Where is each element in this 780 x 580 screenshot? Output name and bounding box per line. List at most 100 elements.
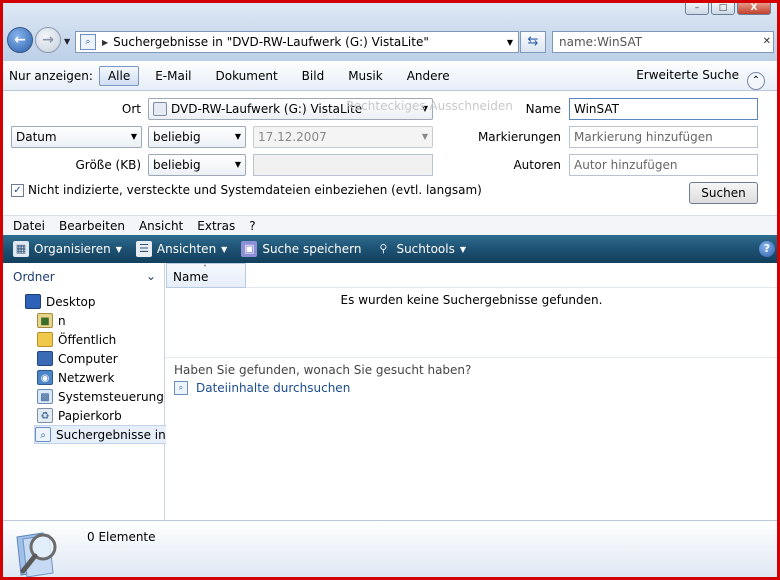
refresh-button[interactable]: ⇆: [520, 31, 546, 53]
menu-datei[interactable]: Datei: [13, 219, 45, 233]
authors-input[interactable]: Autor hinzufügen: [569, 154, 758, 176]
size-operator-value: beliebig: [153, 158, 201, 172]
tree-item-recycle-bin[interactable]: ♻ Papierkorb: [37, 406, 122, 425]
breadcrumb-arrow-icon[interactable]: ▶: [102, 38, 108, 47]
search-tools-button[interactable]: ⚲ Suchtools ▼: [375, 241, 466, 257]
column-header-row: ˄ Name: [166, 263, 777, 288]
desktop-icon: [25, 294, 41, 309]
date-field-dropdown[interactable]: Datum ▼: [11, 126, 142, 148]
navigation-pane: Ordner ⌄ Desktop ■ n Öffentlich Computer…: [3, 263, 179, 520]
tags-input[interactable]: Markierung hinzufügen: [569, 126, 758, 148]
tree-item-label: Systemsteuerung: [58, 389, 164, 404]
magnifier-icon: ⚲: [379, 242, 388, 255]
recycle-bin-icon: ♻: [37, 408, 53, 423]
dropdown-arrow-icon: ▼: [234, 132, 241, 141]
size-operator-dropdown[interactable]: beliebig ▼: [148, 154, 246, 176]
filter-tab-dokument[interactable]: Dokument: [208, 67, 286, 85]
size-label: Größe (KB): [75, 158, 141, 172]
forward-button[interactable]: →: [35, 27, 61, 53]
chevron-down-icon[interactable]: ⌄: [146, 269, 156, 283]
chevron-up-icon[interactable]: ⌃: [747, 72, 765, 90]
tree-item-computer[interactable]: Computer: [37, 349, 118, 368]
name-input[interactable]: WinSAT: [569, 98, 758, 120]
tree-item-label: Papierkorb: [58, 408, 122, 423]
save-search-label: Suche speichern: [262, 242, 362, 256]
search-hint: Haben Sie gefunden, wonach Sie gesucht h…: [166, 357, 777, 382]
column-header-name[interactable]: ˄ Name: [166, 263, 246, 288]
folders-header[interactable]: Ordner ⌄: [3, 263, 164, 289]
search-input[interactable]: name:WinSAT ✕: [552, 31, 774, 53]
maximize-button[interactable]: □: [711, 3, 735, 15]
size-value-input[interactable]: [253, 154, 433, 176]
no-results-message: Es wurden keine Suchergebnisse gefunden.: [340, 293, 603, 307]
user-folder-icon: ■: [37, 313, 53, 328]
minimize-button[interactable]: –: [685, 3, 709, 15]
tree-item-user[interactable]: ■ n: [37, 311, 66, 330]
authors-label: Autoren: [513, 158, 561, 172]
filter-tab-email[interactable]: E-Mail: [147, 67, 199, 85]
date-value: 17.12.2007: [258, 130, 327, 144]
save-search-button[interactable]: ▣ Suche speichern: [241, 241, 361, 257]
search-value: name:WinSAT: [559, 35, 643, 49]
address-bar[interactable]: ⌕ ▶ Suchergebnisse in "DVD-RW-Laufwerk (…: [75, 31, 519, 53]
advanced-search-toggle[interactable]: Erweiterte Suche ⌃: [636, 68, 765, 90]
include-hidden-row: ✓ Nicht indizierte, versteckte und Syste…: [11, 183, 482, 197]
tree-item-network[interactable]: ◉ Netzwerk: [37, 368, 114, 387]
filter-bar: Nur anzeigen: Alle E-Mail Dokument Bild …: [3, 61, 777, 91]
menu-help[interactable]: ?: [249, 219, 255, 233]
close-button[interactable]: X: [737, 3, 771, 15]
tree-item-label: Computer: [58, 351, 118, 366]
tree-item-label: Suchergebnisse in ": [56, 427, 176, 442]
arrow-right-icon: →: [42, 32, 54, 48]
tree-item-label: n: [58, 313, 66, 328]
search-folder-icon: ⌕: [174, 381, 188, 395]
help-button[interactable]: ?: [759, 241, 775, 257]
location-value: DVD-RW-Laufwerk (G:) VistaLite: [171, 102, 363, 116]
dropdown-arrow-icon: ▼: [115, 244, 122, 254]
window-controls: – □ X: [685, 3, 771, 15]
folder-icon: [37, 332, 53, 347]
item-count: 0 Elemente: [87, 530, 156, 544]
computer-icon: [37, 351, 53, 366]
filter-tab-bild[interactable]: Bild: [294, 67, 333, 85]
network-icon: ◉: [37, 370, 53, 385]
menu-bar: Datei Bearbeiten Ansicht Extras ?: [3, 215, 777, 235]
recent-pages-dropdown[interactable]: ▼: [64, 37, 70, 46]
tree-item-public[interactable]: Öffentlich: [37, 330, 116, 349]
include-hidden-checkbox[interactable]: ✓: [11, 183, 24, 197]
details-pane: 0 Elemente: [3, 520, 777, 577]
tree-item-label: Netzwerk: [58, 370, 115, 385]
dropdown-arrow-icon: ▼: [421, 132, 428, 141]
menu-bearbeiten[interactable]: Bearbeiten: [59, 219, 125, 233]
dropdown-arrow-icon: ▼: [221, 244, 228, 254]
filter-tab-musik[interactable]: Musik: [340, 67, 391, 85]
organize-button[interactable]: ▦ Organisieren ▼: [13, 241, 122, 257]
search-button[interactable]: Suchen: [689, 182, 758, 204]
address-dropdown-icon[interactable]: ▼: [502, 38, 518, 47]
folders-header-label: Ordner: [13, 270, 55, 284]
advanced-search-label: Erweiterte Suche: [636, 68, 739, 82]
dropdown-arrow-icon: ▼: [459, 244, 467, 254]
dropdown-arrow-icon: ▼: [234, 160, 241, 169]
clear-search-icon[interactable]: ✕: [763, 36, 771, 47]
tree-item-desktop[interactable]: Desktop: [25, 292, 96, 311]
views-button[interactable]: ☰ Ansichten ▼: [135, 241, 228, 257]
menu-extras[interactable]: Extras: [197, 219, 235, 233]
tree-item-control-panel[interactable]: ▩ Systemsteuerung: [37, 387, 164, 406]
filter-tab-andere[interactable]: Andere: [399, 67, 458, 85]
location-label: Ort: [121, 102, 141, 116]
menu-ansicht[interactable]: Ansicht: [139, 219, 183, 233]
tree-item-search-results[interactable]: ⌕ Suchergebnisse in ": [34, 425, 179, 444]
arrow-left-icon: ←: [14, 32, 26, 48]
views-icon: ☰: [135, 241, 152, 257]
search-file-contents-link[interactable]: ⌕ Dateiinhalte durchsuchen: [174, 381, 350, 395]
tree-item-label: Desktop: [46, 294, 96, 309]
search-file-contents-label: Dateiinhalte durchsuchen: [196, 381, 351, 395]
filter-tab-alle[interactable]: Alle: [98, 65, 140, 86]
date-value-picker[interactable]: 17.12.2007 ▼: [253, 126, 433, 148]
advanced-search-panel: Ort DVD-RW-Laufwerk (G:) VistaLite ▼ Rec…: [3, 91, 777, 215]
back-button[interactable]: ←: [7, 27, 33, 53]
address-path: Suchergebnisse in "DVD-RW-Laufwerk (G:) …: [113, 35, 429, 49]
date-operator-dropdown[interactable]: beliebig ▼: [148, 126, 246, 148]
title-bar: – □ X ← → ▼ ⌕ ▶ Suchergebnisse in "DVD-R…: [3, 3, 777, 61]
